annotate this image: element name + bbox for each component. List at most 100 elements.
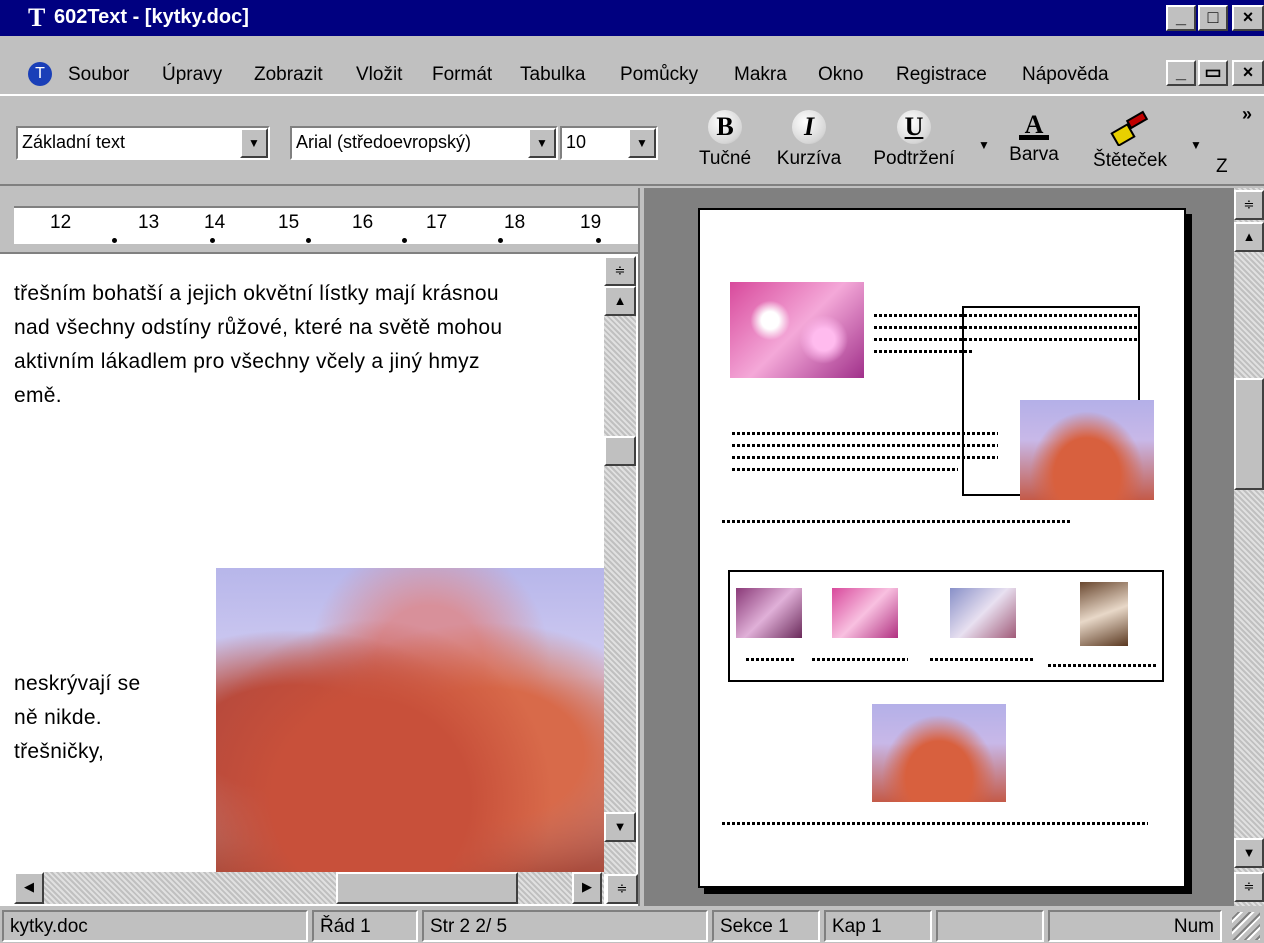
preview-text-line	[732, 468, 958, 471]
cherry-blossom-photo[interactable]	[216, 568, 604, 878]
tab-stop-marker[interactable]	[402, 238, 407, 243]
preview-thumbnail	[736, 588, 802, 638]
status-empty	[936, 910, 1044, 942]
document-text-line: neskrývají se	[14, 672, 141, 695]
menu-registrace[interactable]: Registrace	[896, 64, 987, 86]
menu-bar: T Soubor Úpravy Zobrazit Vložit Formát T…	[0, 56, 1264, 92]
split-handle-icon[interactable]: ≑	[604, 256, 636, 286]
document-text-line: třešničky,	[14, 740, 105, 763]
tab-stop-marker[interactable]	[306, 238, 311, 243]
color-label: Barva	[1009, 144, 1059, 165]
italic-icon: I	[792, 110, 826, 144]
bold-button[interactable]: B Tučné	[690, 110, 760, 170]
menu-zobrazit[interactable]: Zobrazit	[254, 64, 323, 86]
split-handle-icon[interactable]: ≑	[1234, 190, 1264, 220]
tab-stop-marker[interactable]	[210, 238, 215, 243]
chevron-down-icon[interactable]: ▼	[628, 128, 656, 158]
ruler-number: 14	[204, 212, 226, 233]
document-text-line: nad všechny odstíny růžové, které na svě…	[14, 316, 503, 339]
hscroll-thumb[interactable]	[336, 872, 518, 904]
scroll-down-button[interactable]: ▼	[604, 812, 636, 842]
bold-label: Tučné	[698, 148, 752, 169]
size-combobox[interactable]: 10 ▼	[560, 126, 658, 160]
editor-vertical-scrollbar[interactable]: ≑ ▲ ▼	[604, 256, 636, 874]
format-toolbar: Základní text ▼ Arial (středoevropský) ▼…	[0, 94, 1264, 186]
window-title: 602Text - [kytky.doc]	[54, 6, 249, 28]
toolbar-overflow-icon[interactable]: »	[1242, 104, 1252, 125]
document-editor[interactable]: 12 13 14 15 16 17 18 19 třešním bohatší …	[0, 188, 640, 906]
status-num-lock: Num	[1048, 910, 1222, 942]
tab-stop-marker[interactable]	[596, 238, 601, 243]
chevron-down-icon[interactable]: ▼	[240, 128, 268, 158]
status-page: Str 2 2/ 5	[422, 910, 708, 942]
document-icon[interactable]: T	[28, 62, 52, 86]
tab-stop-marker[interactable]	[498, 238, 503, 243]
doc-restore-button[interactable]: ▭	[1198, 60, 1228, 86]
tab-stop-marker[interactable]	[112, 238, 117, 243]
scroll-up-button[interactable]: ▲	[1234, 222, 1264, 252]
style-combobox[interactable]: Základní text ▼	[16, 126, 270, 160]
status-filename: kytky.doc	[2, 910, 308, 942]
preview-thumbnail	[832, 588, 898, 638]
menu-napoveda[interactable]: Nápověda	[1022, 64, 1109, 86]
ruler-number: 15	[278, 212, 300, 233]
doc-close-button[interactable]: ×	[1232, 60, 1264, 86]
chevron-down-icon[interactable]: ▼	[528, 128, 556, 158]
menu-format[interactable]: Formát	[432, 64, 492, 86]
menu-upravy[interactable]: Úpravy	[162, 64, 222, 86]
page-preview-pane[interactable]	[644, 188, 1234, 906]
doc-minimize-button[interactable]: _	[1166, 60, 1196, 86]
menu-vlozit[interactable]: Vložit	[356, 64, 402, 86]
scroll-left-button[interactable]: ◀	[14, 872, 44, 904]
preview-caption	[746, 658, 794, 661]
toolbar-more-label[interactable]: Z	[1216, 156, 1228, 178]
maximize-button[interactable]: □	[1198, 5, 1228, 31]
editor-horizontal-scrollbar[interactable]: ◀ ▶	[14, 872, 604, 904]
ruler[interactable]: 12 13 14 15 16 17 18 19	[0, 188, 638, 254]
italic-button[interactable]: I Kurzíva	[766, 110, 852, 170]
status-bar: kytky.doc Řád 1 Str 2 2/ 5 Sekce 1 Kap 1…	[0, 908, 1264, 943]
close-button[interactable]: ×	[1232, 5, 1264, 31]
scroll-thumb[interactable]	[1234, 378, 1264, 490]
menu-tabulka[interactable]: Tabulka	[520, 64, 586, 86]
underline-icon: U	[897, 110, 931, 144]
scroll-up-button[interactable]: ▲	[604, 286, 636, 316]
status-section: Sekce 1	[712, 910, 820, 942]
preview-image	[730, 282, 864, 378]
preview-page[interactable]	[698, 208, 1186, 888]
scroll-down-button[interactable]: ▼	[1234, 838, 1264, 868]
document-text-line: aktivním lákadlem pro všechny včely a ji…	[14, 350, 480, 373]
format-painter-button[interactable]: Štěteček	[1078, 110, 1182, 172]
scroll-right-button[interactable]: ▶	[572, 872, 602, 904]
preview-caption	[930, 658, 1034, 661]
ruler-number: 19	[580, 212, 602, 233]
resize-grip-icon[interactable]	[1232, 912, 1260, 940]
underline-button[interactable]: U Podtržení	[862, 110, 966, 170]
preview-thumbnail	[950, 588, 1016, 638]
preview-caption	[1048, 664, 1158, 667]
scroll-thumb[interactable]	[604, 436, 636, 466]
bold-icon: B	[708, 110, 742, 144]
underline-dropdown-icon[interactable]: ▼	[978, 138, 990, 152]
color-button[interactable]: A Barva	[1000, 110, 1068, 166]
painter-dropdown-icon[interactable]: ▼	[1190, 138, 1202, 152]
menu-pomucky[interactable]: Pomůcky	[620, 64, 698, 86]
ruler-strip: 12 13 14 15 16 17 18 19	[14, 206, 638, 244]
font-value: Arial (středoevropský)	[296, 132, 472, 152]
split-handle-icon[interactable]: ≑	[1234, 872, 1264, 902]
ruler-number: 17	[426, 212, 448, 233]
preview-caption	[812, 658, 908, 661]
app-icon[interactable]: T	[28, 5, 52, 31]
document-text-line: ně nikde.	[14, 706, 102, 729]
ruler-number: 16	[352, 212, 374, 233]
minimize-button[interactable]: _	[1166, 5, 1196, 31]
split-handle-icon[interactable]: ≑	[606, 874, 638, 904]
menu-okno[interactable]: Okno	[818, 64, 863, 86]
font-color-icon: A	[1019, 110, 1049, 140]
preview-vertical-scrollbar[interactable]: ≑ ▲ ▼ ≑	[1234, 188, 1264, 906]
menu-soubor[interactable]: Soubor	[68, 64, 129, 86]
font-combobox[interactable]: Arial (středoevropský) ▼	[290, 126, 558, 160]
ruler-number: 18	[504, 212, 526, 233]
menu-makra[interactable]: Makra	[734, 64, 787, 86]
document-text-line: třešním bohatší a jejich okvětní lístky …	[14, 282, 499, 305]
